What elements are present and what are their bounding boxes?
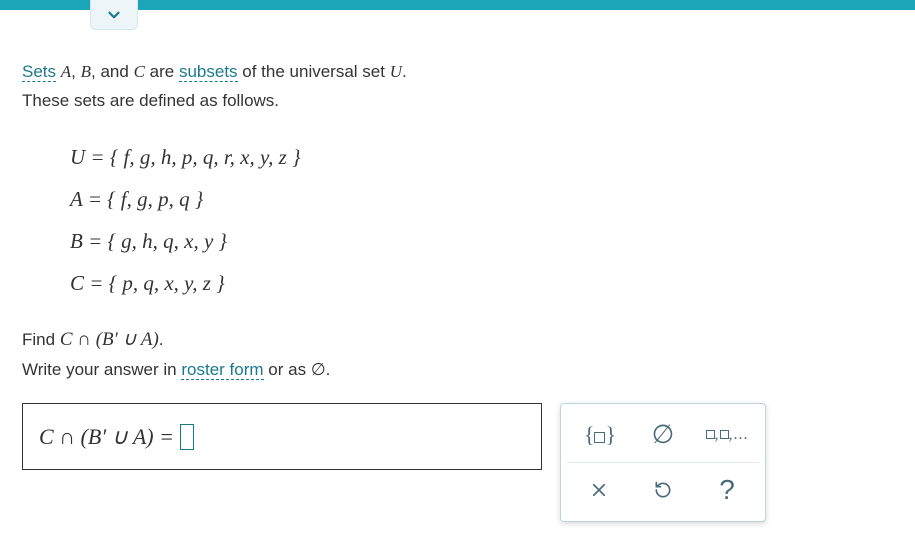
chevron-down-icon (105, 6, 123, 24)
var-A: A (61, 62, 71, 81)
var-C: C (134, 62, 145, 81)
write-line: Write your answer in roster form or as ∅… (22, 356, 893, 385)
tool-empty-set-button[interactable]: ∅ (631, 410, 695, 460)
text-of-universal: of the universal set (242, 62, 385, 81)
answer-lhs: C ∩ (B′ ∪ A) = (39, 418, 174, 455)
tool-braces-button[interactable]: {} (567, 410, 631, 460)
intro-line-1: Sets A, B, and C are subsets of the univ… (22, 58, 893, 87)
var-U: U (390, 62, 402, 81)
def-B: B = { g, h, q, x, y } (70, 220, 893, 262)
close-icon (590, 481, 608, 499)
help-icon: ? (719, 466, 735, 514)
undo-icon (653, 480, 673, 500)
intro-line-2: These sets are defined as follows. (22, 87, 893, 116)
term-roster-form[interactable]: roster form (181, 360, 263, 380)
var-B: B (81, 62, 91, 81)
tool-list-button[interactable]: ,,... (695, 410, 759, 460)
answer-input[interactable] (180, 424, 194, 450)
answer-row: C ∩ (B′ ∪ A) = {} ∅ ,,... (22, 403, 893, 522)
def-C: C = { p, q, x, y, z } (70, 262, 893, 304)
toolbox-separator (567, 462, 759, 463)
term-sets[interactable]: Sets (22, 62, 56, 82)
def-U: U = { f, g, h, p, q, r, x, y, z } (70, 136, 893, 178)
dropdown-tab[interactable] (90, 0, 138, 30)
text-are: are (150, 62, 175, 81)
tool-help-button[interactable]: ? (695, 465, 759, 515)
empty-set-icon: ∅ (652, 413, 675, 457)
tool-reset-button[interactable] (631, 465, 695, 515)
list-icon: ,,... (706, 421, 749, 448)
braces-icon: {} (584, 416, 614, 453)
term-subsets[interactable]: subsets (179, 62, 238, 82)
answer-box[interactable]: C ∩ (B′ ∪ A) = (22, 403, 542, 470)
set-definitions: U = { f, g, h, p, q, r, x, y, z } A = { … (70, 136, 893, 304)
empty-set-symbol: ∅ (311, 360, 326, 379)
tool-clear-button[interactable] (567, 465, 631, 515)
find-line: Find C ∩ (B′ ∪ A). (22, 324, 893, 356)
text-and: and (100, 62, 128, 81)
def-A: A = { f, g, p, q } (70, 178, 893, 220)
toolbox: {} ∅ ,,... (560, 403, 766, 522)
problem-content: Sets A, B, and C are subsets of the univ… (0, 10, 915, 542)
find-expression: C ∩ (B′ ∪ A) (60, 329, 159, 350)
